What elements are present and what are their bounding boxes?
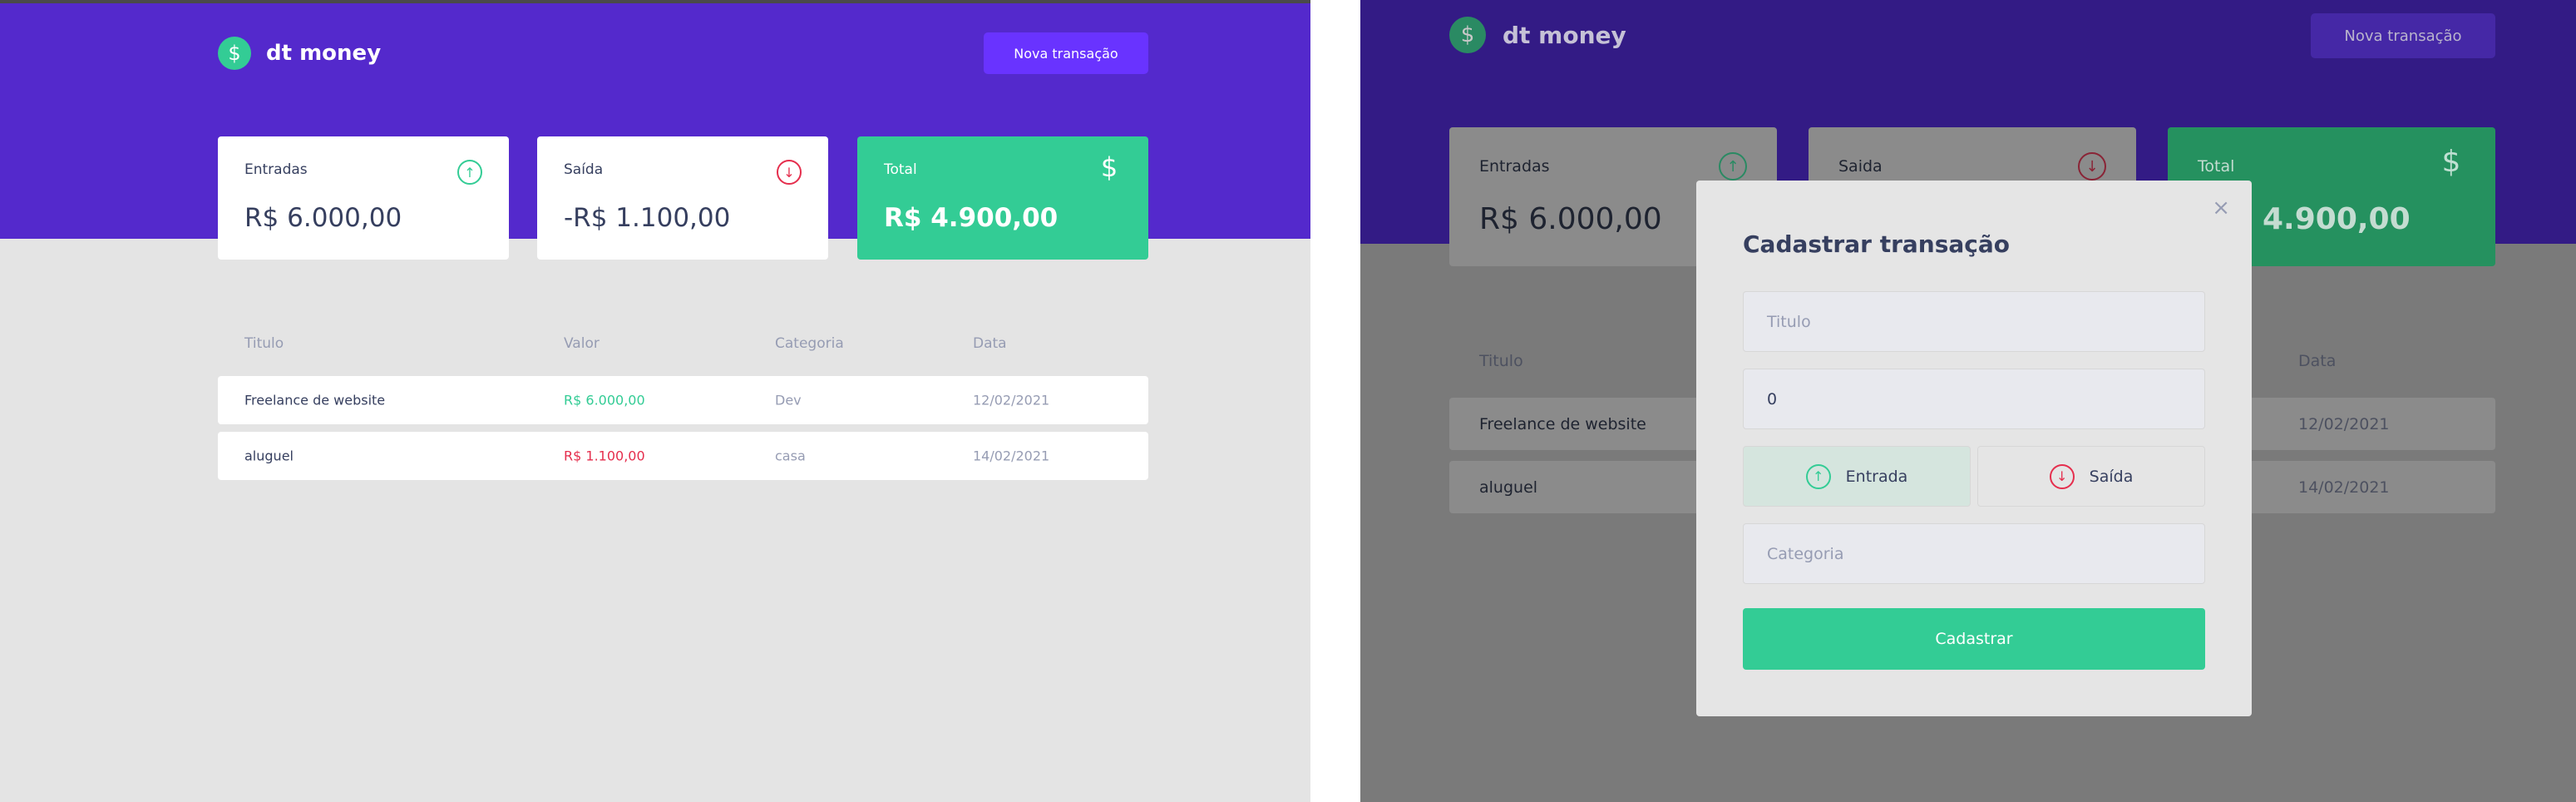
outcome-label: Saida <box>1838 157 1883 176</box>
table-row: Freelance de website R$ 6.000,00 Dev 12/… <box>218 376 1148 424</box>
dashboard-screen: $ dt money Nova transação Entradas ↑ R$ … <box>0 0 1310 802</box>
new-transaction-button[interactable]: Nova transação <box>984 32 1148 74</box>
cell-amount: R$ 6.000,00 <box>564 392 645 408</box>
total-value: 4.900,00 <box>2263 202 2411 236</box>
cell-date: 12/02/2021 <box>2298 414 2390 433</box>
cell-title: Freelance de website <box>1479 414 1646 433</box>
type-outcome-label: Saída <box>2089 467 2134 486</box>
total-label: Total <box>2198 157 2235 176</box>
total-card: Total $ R$ 4.900,00 <box>857 136 1148 260</box>
cell-title: aluguel <box>244 448 294 464</box>
outcome-value: -R$ 1.100,00 <box>564 203 731 233</box>
cell-date: 14/02/2021 <box>973 448 1050 464</box>
type-income-button[interactable]: ↑ Entrada <box>1743 446 1971 507</box>
dollar-icon: $ <box>2441 144 2461 179</box>
column-header-title: Titulo <box>1479 352 1523 370</box>
brand-name: dt money <box>1503 21 1626 49</box>
amount-input[interactable]: 0 <box>1743 369 2205 429</box>
cell-title: Freelance de website <box>244 392 386 408</box>
outcome-card: Saída ↓ -R$ 1.100,00 <box>537 136 828 260</box>
modal-screen: $ dt money Nova transação Entradas ↑ R$ … <box>1360 0 2576 802</box>
arrow-up-circle-icon: ↑ <box>1719 152 1747 181</box>
cell-category: casa <box>775 448 806 464</box>
income-value: R$ 6.000,00 <box>1479 202 1662 236</box>
column-header-date: Data <box>2298 352 2337 370</box>
outcome-label: Saída <box>564 161 604 178</box>
income-card: Entradas ↑ R$ 6.000,00 <box>218 136 509 260</box>
dollar-logo-icon: $ <box>1449 17 1486 53</box>
cell-date: 12/02/2021 <box>973 392 1050 408</box>
arrow-down-circle-icon: ↓ <box>777 160 802 185</box>
dollar-logo-icon: $ <box>218 37 251 70</box>
column-header-title: Titulo <box>244 335 284 352</box>
cell-date: 14/02/2021 <box>2298 478 2390 497</box>
modal-title: Cadastrar transação <box>1743 230 2011 258</box>
total-label: Total <box>884 161 917 178</box>
stage: $ dt money Nova transação Entradas ↑ R$ … <box>0 0 2576 802</box>
arrow-down-circle-icon: ↓ <box>2078 152 2106 181</box>
brand-name: dt money <box>266 41 382 66</box>
title-input[interactable]: Titulo <box>1743 291 2205 352</box>
type-income-label: Entrada <box>1845 467 1908 486</box>
cell-title: aluguel <box>1479 478 1538 497</box>
arrow-down-circle-icon: ↓ <box>2049 463 2075 489</box>
close-icon[interactable]: × <box>2212 196 2230 220</box>
type-outcome-button[interactable]: ↓ Saída <box>1977 446 2205 507</box>
submit-button[interactable]: Cadastrar <box>1743 608 2205 670</box>
dollar-icon: $ <box>1100 151 1118 183</box>
cell-category: Dev <box>775 392 802 408</box>
arrow-up-circle-icon: ↑ <box>1805 463 1831 489</box>
total-value: R$ 4.900,00 <box>884 203 1059 233</box>
income-label: Entradas <box>1479 157 1550 176</box>
category-input[interactable]: Categoria <box>1743 523 2205 584</box>
new-transaction-modal: × Cadastrar transação Titulo 0 ↑ Entrada… <box>1696 181 2252 716</box>
logo: $ dt money <box>218 37 381 70</box>
logo: $ dt money <box>1449 17 1626 53</box>
income-value: R$ 6.000,00 <box>244 203 402 233</box>
column-header-date: Data <box>973 335 1007 352</box>
income-label: Entradas <box>244 161 308 178</box>
column-header-category: Categoria <box>775 335 844 352</box>
new-transaction-button: Nova transação <box>2311 13 2495 58</box>
arrow-up-circle-icon: ↑ <box>457 160 482 185</box>
column-header-amount: Valor <box>564 335 600 352</box>
cell-amount: R$ 1.100,00 <box>564 448 645 464</box>
table-row: aluguel R$ 1.100,00 casa 14/02/2021 <box>218 432 1148 480</box>
